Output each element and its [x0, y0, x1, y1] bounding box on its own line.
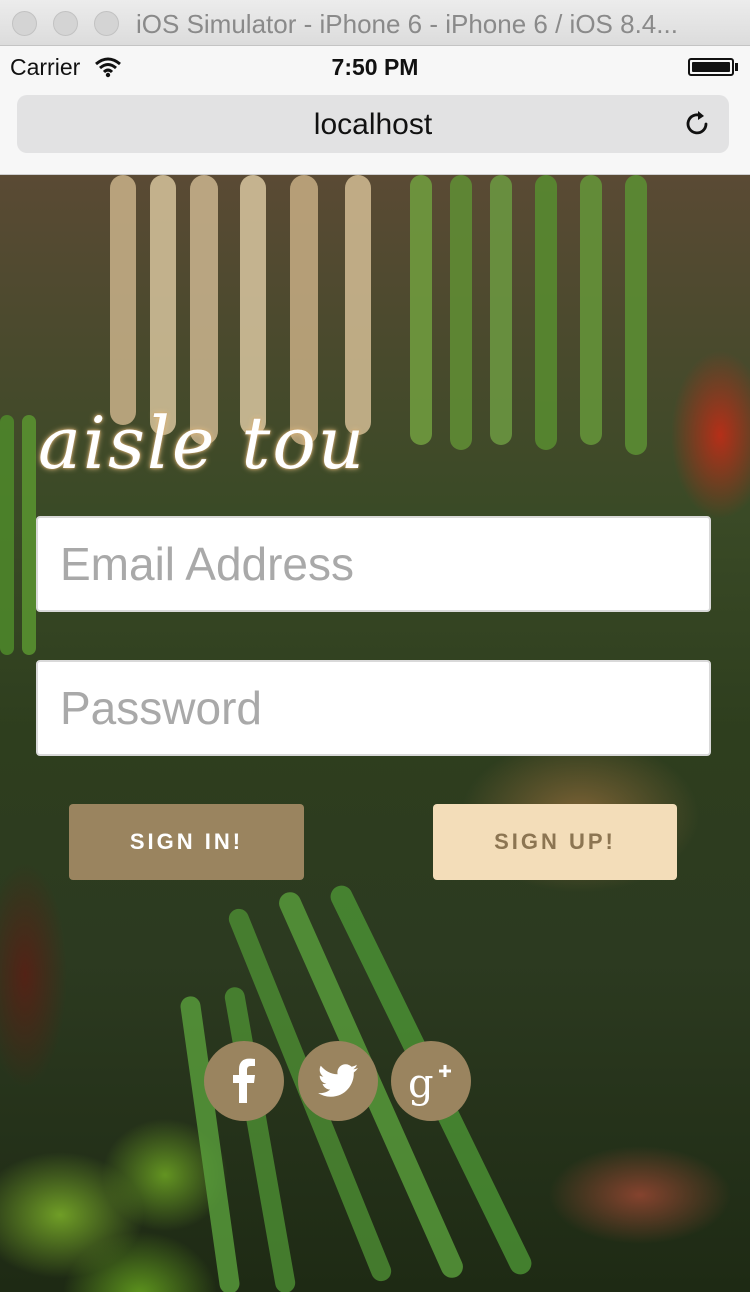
status-bar: Carrier 7:50 PM — [0, 46, 750, 88]
zoom-window-button[interactable] — [94, 11, 119, 36]
facebook-button[interactable] — [204, 1041, 284, 1121]
twitter-icon — [318, 1064, 358, 1097]
login-screen: aisle tou SIGN IN! SIGN UP! g — [0, 175, 750, 1292]
sign-up-button[interactable]: SIGN UP! — [433, 804, 677, 880]
reload-icon[interactable] — [683, 109, 713, 139]
url-text: localhost — [313, 108, 433, 141]
window-title: iOS Simulator - iPhone 6 - iPhone 6 / iO… — [136, 9, 678, 39]
address-bar[interactable]: localhost — [17, 95, 729, 153]
password-field[interactable] — [36, 660, 711, 756]
app-logo: aisle tou — [38, 401, 367, 485]
email-field[interactable] — [36, 516, 711, 612]
battery-nub — [735, 63, 738, 71]
status-time: 7:50 PM — [331, 54, 419, 80]
google-plus-icon: g — [408, 1061, 451, 1107]
sign-in-button[interactable]: SIGN IN! — [69, 804, 304, 880]
window-titlebar: iOS Simulator - iPhone 6 - iPhone 6 / iO… — [0, 0, 750, 46]
battery-icon — [688, 58, 734, 76]
twitter-button[interactable] — [298, 1041, 378, 1121]
close-window-button[interactable] — [12, 11, 37, 36]
minimize-window-button[interactable] — [53, 11, 78, 36]
browser-toolbar: localhost — [0, 88, 750, 175]
svg-text:g: g — [408, 1061, 434, 1107]
facebook-icon — [233, 1058, 255, 1103]
google-plus-button[interactable]: g — [391, 1041, 471, 1121]
